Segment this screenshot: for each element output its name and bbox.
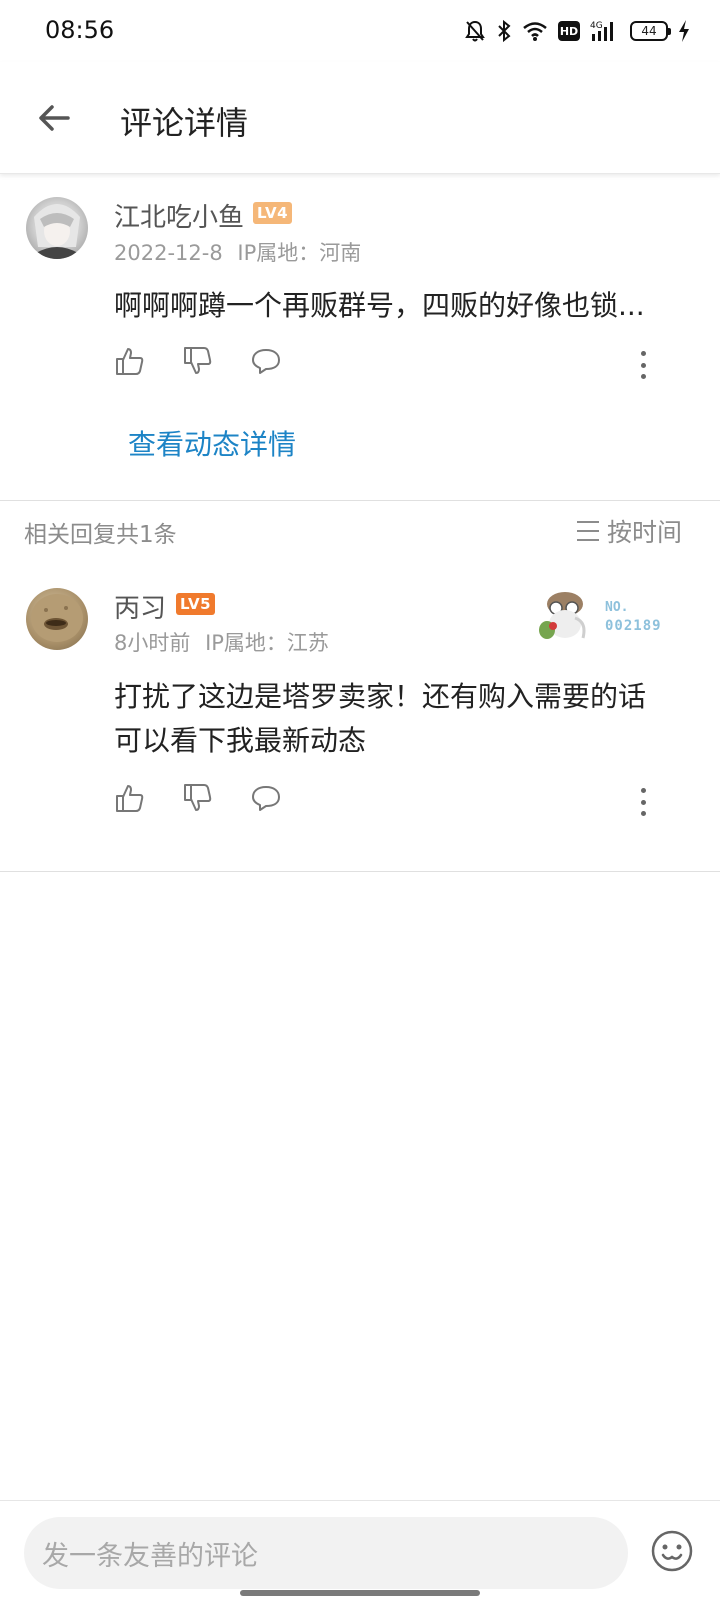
app-header: 评论详情 bbox=[0, 62, 720, 174]
fan-badge[interactable]: NO. 002189 bbox=[535, 588, 665, 644]
view-details-link[interactable]: 查看动态详情 bbox=[128, 423, 296, 463]
comment-text: 啊啊啊蹲一个再贩群号，四贩的好像也锁... bbox=[114, 289, 645, 322]
status-bar: 08:56 HD 4G 44 bbox=[0, 0, 720, 62]
emoji-icon[interactable] bbox=[650, 1529, 694, 1573]
level-badge: LV4 bbox=[253, 202, 293, 224]
reply-username[interactable]: 丙习 bbox=[114, 588, 166, 625]
reply-meta: 8小时前 IP属地：江苏 bbox=[114, 627, 329, 657]
fan-badge-number: 002189 bbox=[605, 618, 662, 634]
battery-indicator: 44 bbox=[630, 21, 671, 41]
comment-username[interactable]: 江北吃小鱼 bbox=[114, 197, 244, 234]
reply-actions bbox=[114, 782, 282, 818]
main-comment: 江北吃小鱼 LV4 2022-12-8 IP属地：河南 啊啊啊蹲一个再贩群号，四… bbox=[0, 175, 720, 501]
comment-input-bar: 发一条友善的评论 bbox=[0, 1500, 720, 1600]
level-badge: LV5 bbox=[176, 593, 216, 615]
home-indicator[interactable] bbox=[240, 1590, 480, 1596]
more-vertical-icon[interactable] bbox=[633, 347, 653, 383]
fan-badge-label: NO. bbox=[605, 600, 629, 615]
mute-bell-icon bbox=[465, 20, 485, 42]
reply-item: 丙习 LV5 8小时前 IP属地：江苏 NO. 002189 打扰了这边是塔罗卖… bbox=[0, 490, 720, 872]
arrow-left-icon[interactable] bbox=[34, 98, 74, 138]
signal-icon: 4G bbox=[590, 21, 613, 41]
comment-meta: 2022-12-8 IP属地：河南 bbox=[114, 237, 361, 267]
reply-text-line-1: 打扰了这边是塔罗卖家！还有购入需要的话 bbox=[114, 680, 647, 713]
more-vertical-icon[interactable] bbox=[633, 784, 653, 820]
svg-text:4G: 4G bbox=[590, 21, 603, 31]
thumb-up-icon[interactable] bbox=[114, 782, 146, 814]
reply-ip-location: IP属地：江苏 bbox=[205, 631, 329, 655]
avatar[interactable] bbox=[26, 588, 88, 650]
status-icons: HD 4G 44 bbox=[464, 16, 690, 46]
chat-bubble-icon[interactable] bbox=[250, 782, 282, 814]
battery-level: 44 bbox=[641, 24, 657, 38]
charging-icon bbox=[679, 20, 689, 42]
thumb-down-icon[interactable] bbox=[182, 782, 214, 814]
chat-bubble-icon[interactable] bbox=[250, 345, 282, 377]
comment-input[interactable]: 发一条友善的评论 bbox=[24, 1517, 628, 1589]
status-time: 08:56 bbox=[45, 16, 115, 44]
comment-date: 2022-12-8 bbox=[114, 241, 223, 265]
thumb-down-icon[interactable] bbox=[182, 345, 214, 377]
avatar[interactable] bbox=[26, 197, 88, 259]
bluetooth-icon bbox=[498, 19, 511, 43]
comment-input-placeholder: 发一条友善的评论 bbox=[42, 1540, 258, 1572]
hd-badge: HD bbox=[558, 21, 580, 41]
thumb-up-icon[interactable] bbox=[114, 345, 146, 377]
reply-text-line-2: 可以看下我最新动态 bbox=[114, 724, 367, 757]
fan-badge-avatar-icon bbox=[539, 592, 586, 639]
wifi-icon bbox=[523, 22, 547, 41]
reply-time: 8小时前 bbox=[114, 631, 191, 655]
comment-ip-location: IP属地：河南 bbox=[237, 241, 362, 265]
page-title: 评论详情 bbox=[120, 104, 249, 142]
comment-actions bbox=[114, 345, 282, 381]
